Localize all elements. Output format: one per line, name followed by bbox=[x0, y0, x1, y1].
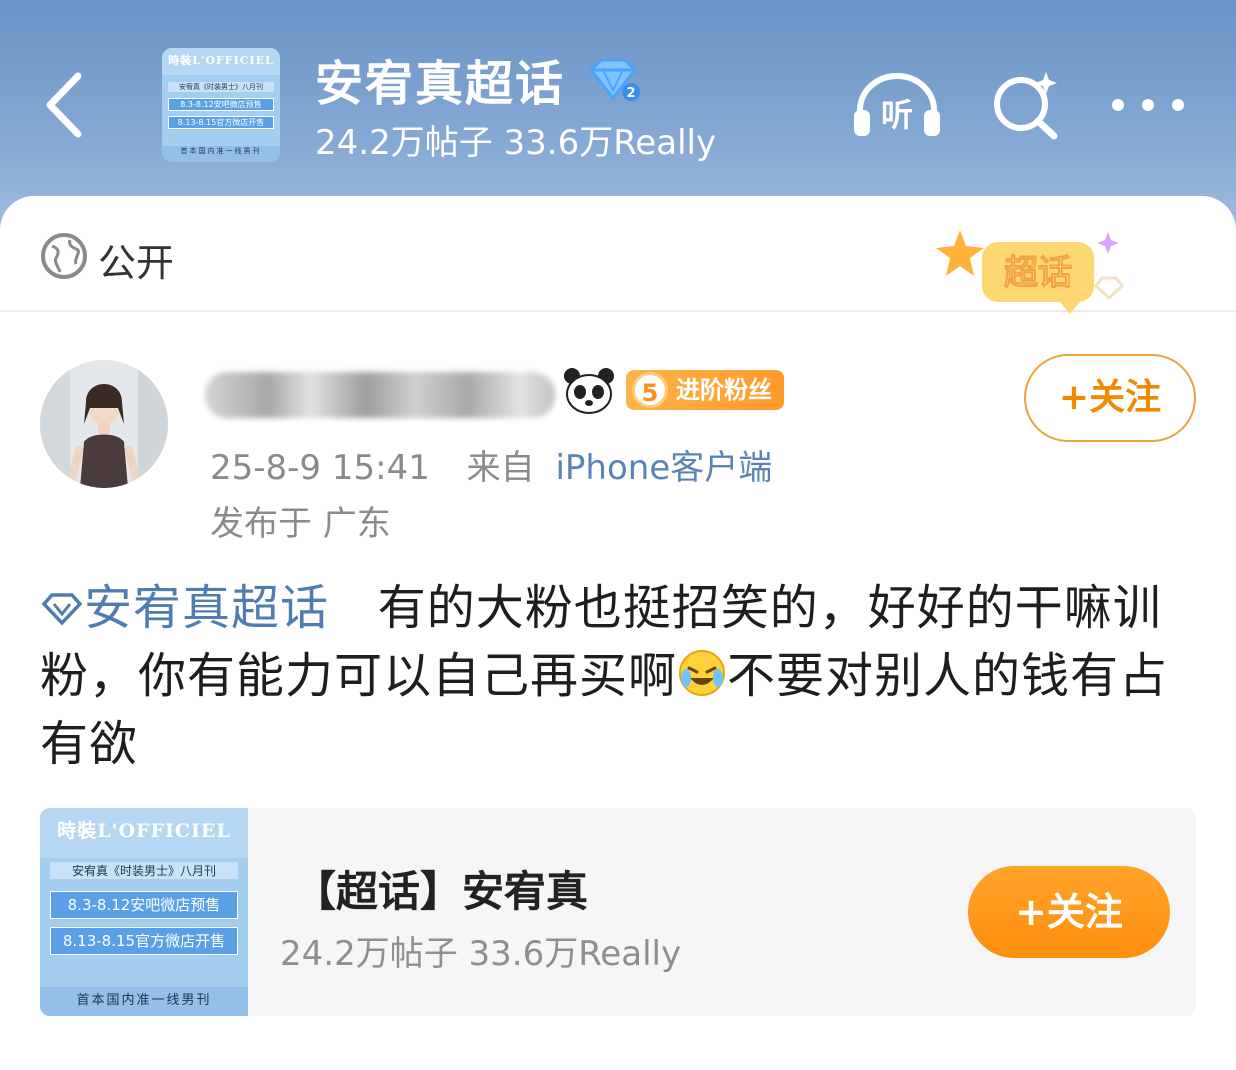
post-time: 25-8-9 15:41 bbox=[210, 448, 430, 488]
visibility-row: 公开 超话 bbox=[0, 196, 1236, 314]
topic-link[interactable]: 安宥真超话 bbox=[40, 580, 329, 636]
avatar[interactable] bbox=[40, 360, 168, 488]
search-button[interactable] bbox=[990, 68, 1062, 140]
post-location: 发布于 广东 bbox=[210, 504, 391, 544]
more-button[interactable] bbox=[1108, 90, 1188, 120]
card-cover-masthead: 時裝L'OFFICIEL bbox=[40, 808, 248, 858]
topic-card-cover: 時裝L'OFFICIEL 安宥真《时装男士》八月刊 8.3-8.12安吧微店预售… bbox=[40, 808, 248, 1016]
topic-title: 安宥真超话 bbox=[315, 56, 566, 112]
topic-cover-image[interactable]: 時裝L'OFFICIEL 安宥真《时装男士》八月刊 8.3-8.12安吧微店预售… bbox=[162, 48, 280, 162]
card-cover-footer: 首本国内准一线男刊 bbox=[40, 986, 248, 1016]
cover-line: 8.3-8.12安吧微店预售 bbox=[167, 98, 275, 112]
post-meta: 25-8-9 15:41 来自 iPhone客户端 bbox=[210, 440, 772, 489]
diamond-topic-icon bbox=[41, 593, 83, 626]
headphones-icon: 听 bbox=[854, 73, 940, 136]
post-from-label: 来自 bbox=[466, 448, 535, 488]
fan-level-badge: 5 进阶粉丝 bbox=[626, 370, 784, 410]
cover-line: 8.13-8.15官方微店开售 bbox=[167, 116, 275, 130]
fan-level-number: 5 bbox=[632, 372, 668, 408]
listen-button[interactable]: 听 bbox=[852, 70, 942, 140]
panda-icon bbox=[564, 368, 614, 414]
avatar-photo bbox=[40, 360, 168, 488]
username-blurred[interactable] bbox=[205, 372, 555, 418]
back-arrow-icon bbox=[46, 72, 82, 138]
search-icon bbox=[994, 72, 1058, 140]
svg-text:听: 听 bbox=[881, 96, 913, 134]
follow-user-button[interactable]: +关注 bbox=[1024, 354, 1196, 442]
topic-card[interactable]: 時裝L'OFFICIEL 安宥真《时装男士》八月刊 8.3-8.12安吧微店预售… bbox=[40, 808, 1196, 1016]
level-number: 2 bbox=[626, 86, 635, 101]
diamond-level-icon: 2 bbox=[588, 58, 640, 101]
cover-line: 安宥真《时装男士》八月刊 bbox=[167, 82, 275, 93]
post-source[interactable]: iPhone客户端 bbox=[555, 448, 772, 488]
card-cover-line: 8.13-8.15官方微店开售 bbox=[50, 926, 238, 955]
fan-badge-label: 进阶粉丝 bbox=[676, 376, 772, 404]
topic-card-title: 【超话】安宥真 bbox=[294, 867, 589, 916]
globe-icon bbox=[41, 233, 87, 279]
supertopic-badge-icon: 超话 bbox=[936, 230, 1125, 314]
visibility-label: 公开 bbox=[98, 241, 175, 285]
topic-card-stats: 24.2万帖子 33.6万Really bbox=[280, 934, 682, 974]
topic-stats: 24.2万帖子 33.6万Really bbox=[315, 123, 717, 163]
badge-text: 超话 bbox=[1004, 253, 1072, 293]
card-cover-line: 安宥真《时装男士》八月刊 bbox=[50, 862, 238, 880]
follow-topic-button[interactable]: +关注 bbox=[968, 866, 1170, 958]
back-button[interactable] bbox=[40, 70, 90, 140]
topic-link-text: 安宥真超话 bbox=[84, 580, 330, 636]
cover-footer: 首本国内准一线男刊 bbox=[162, 146, 280, 162]
card-cover-line: 8.3-8.12安吧微店预售 bbox=[50, 891, 238, 920]
more-dots-icon bbox=[1112, 99, 1184, 111]
post-body: 安宥真超话 有的大粉也挺招笑的，好好的干嘛训粉，你有能力可以自己再买啊 不要对别人… bbox=[40, 574, 1200, 778]
laugh-cry-emoji-icon bbox=[679, 650, 726, 696]
cover-masthead: 時裝L'OFFICIEL bbox=[162, 48, 280, 76]
